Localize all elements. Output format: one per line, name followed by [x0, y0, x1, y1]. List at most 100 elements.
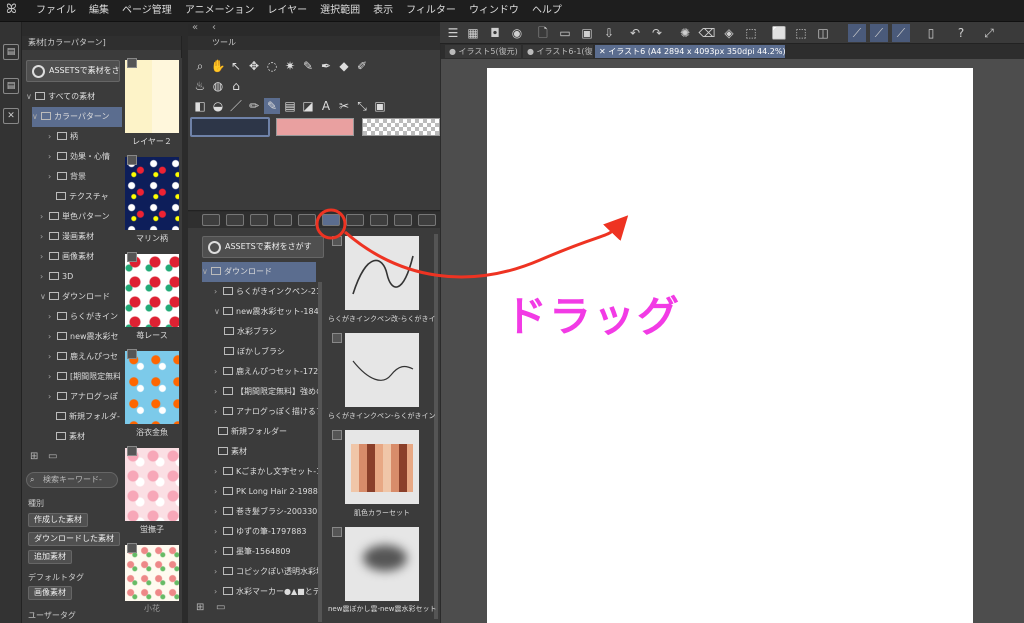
tree-item[interactable]: 新規フォルダー — [218, 422, 320, 442]
blend-tool-icon[interactable]: ◍ — [210, 78, 226, 94]
material-thumbnail[interactable] — [345, 527, 419, 601]
tree-item[interactable]: › new震水彩セ — [48, 327, 120, 347]
tree-item[interactable]: 素材 — [56, 427, 120, 447]
new-folder-icon[interactable]: ⊞ — [30, 451, 38, 462]
tree-item[interactable]: › コピックぽい透明水彩境 — [214, 562, 320, 582]
tree-item[interactable]: › Kごまかし文字セット-18 — [214, 462, 320, 482]
tree-item[interactable]: › 3D — [40, 267, 120, 287]
tablet-icon[interactable]: ▯ — [922, 24, 940, 42]
menu-help[interactable]: ヘルプ — [532, 0, 562, 22]
checkbox[interactable] — [332, 333, 342, 343]
export-icon[interactable]: ⇩ — [600, 24, 618, 42]
lasso-tool-icon[interactable]: ◌ — [264, 58, 280, 74]
import-icon[interactable]: ▭ — [48, 451, 57, 462]
tree-item[interactable]: › らくがきインクペン-217 — [214, 282, 320, 302]
tab-icon[interactable] — [250, 214, 268, 226]
tab-icon[interactable] — [418, 214, 436, 226]
eraser-tool-icon[interactable]: ◆ — [336, 58, 352, 74]
created-material-button[interactable]: 作成した素材 — [28, 513, 88, 527]
snap-ruler-icon[interactable]: ⟋ — [848, 24, 866, 42]
airbrush-tool-icon[interactable]: ♨ — [192, 78, 208, 94]
tab-icon[interactable] — [394, 214, 412, 226]
tree-item[interactable]: › [期間限定無料 — [48, 367, 120, 387]
open-folder-icon[interactable]: ▭ — [556, 24, 574, 42]
tree-item[interactable]: ∨ new震水彩セット-18440 — [214, 302, 320, 322]
thumb-scrollbar[interactable] — [434, 234, 438, 619]
tree-item[interactable]: › 水彩マーカー●▲■とデ — [214, 582, 320, 602]
decoration-tool-icon[interactable]: ⌂ — [228, 78, 244, 94]
transparent-color-swatch[interactable] — [362, 118, 440, 136]
material-thumbnail[interactable] — [345, 236, 419, 310]
checkbox[interactable] — [332, 236, 342, 246]
figure-tool-icon[interactable]: ◪ — [300, 98, 316, 114]
tree-item[interactable]: 水彩ブラシ — [224, 322, 320, 342]
menu-selection[interactable]: 選択範囲 — [320, 0, 360, 22]
assets-search-button-2[interactable]: ASSETSで素材をさがす — [202, 236, 324, 258]
tree-item[interactable]: › ゆずの筆-1797883 — [214, 522, 320, 542]
checkbox[interactable] — [127, 543, 137, 553]
doc-tab-active[interactable]: ✕ イラスト6 (A4 2894 x 4093px 350dpi 44.2%) — [595, 45, 785, 58]
app-logo-icon[interactable]: ꕤ — [6, 3, 20, 17]
gradient-tool-icon[interactable]: ▤ — [282, 98, 298, 114]
loading-icon[interactable]: ✺ — [676, 24, 694, 42]
tab-icon[interactable] — [226, 214, 244, 226]
checkbox[interactable] — [127, 252, 137, 262]
image-material-tag-button[interactable]: 画像素材 — [28, 586, 72, 600]
tree-item[interactable]: 素材 — [218, 442, 320, 462]
menu-page[interactable]: ページ管理 — [122, 0, 172, 22]
tree-item[interactable]: ›PK Long Hair 2-1988374 — [214, 482, 320, 502]
menu-filter[interactable]: フィルター — [406, 0, 456, 22]
doc-tab[interactable]: ● イラスト5(復元) — [445, 45, 521, 58]
invert-selection-icon[interactable]: ⬚ — [792, 24, 810, 42]
menu-file[interactable]: ファイル — [36, 0, 76, 22]
pen-tool-icon[interactable]: ✒ — [318, 58, 334, 74]
tree-item-selected[interactable]: ∨ ダウンロード — [202, 262, 316, 282]
menu-window[interactable]: ウィンドウ — [469, 0, 519, 22]
tab-icon[interactable] — [370, 214, 388, 226]
pencil-tool-icon[interactable]: ✏ — [246, 98, 262, 114]
new-folder-icon[interactable]: ⊞ — [196, 602, 204, 613]
tree-item[interactable]: › 単色パターン — [40, 207, 120, 227]
balloon-tool-icon[interactable]: ✂ — [336, 98, 352, 114]
tree-scrollbar[interactable] — [318, 282, 322, 622]
assets-icon[interactable]: ◉ — [508, 24, 526, 42]
line-tool-icon[interactable]: ／ — [228, 98, 244, 114]
fill-tool-icon[interactable]: ◒ — [210, 98, 226, 114]
expand-icon[interactable]: ‹ — [212, 22, 216, 33]
menu-icon[interactable]: ☰ — [444, 24, 462, 42]
frame-tool-icon[interactable]: ◧ — [192, 98, 208, 114]
tree-item[interactable]: › アナログっぽく描けるブ — [214, 402, 320, 422]
snap-grid-icon[interactable]: ⟋ — [892, 24, 910, 42]
tree-item[interactable]: › 巻き髪ブラシ-2003301 — [214, 502, 320, 522]
checkbox[interactable] — [127, 58, 137, 68]
tree-item[interactable]: › らくがきイン — [48, 307, 120, 327]
tree-item-selected[interactable]: ∨ カラーパターン — [32, 107, 126, 127]
operation-tool-icon[interactable]: ↖ — [228, 58, 244, 74]
tree-item[interactable]: ›【期間限定無料】強めの描 — [214, 382, 320, 402]
zoom-tool-icon[interactable]: ⌕ — [192, 58, 208, 74]
tree-item[interactable]: › 柄 — [48, 127, 120, 147]
checkbox[interactable] — [127, 349, 137, 359]
tree-item[interactable]: › 墨筆-1564809 — [214, 542, 320, 562]
checkbox[interactable] — [332, 430, 342, 440]
assets-search-button[interactable]: ASSETSで素材をさがす — [26, 60, 120, 82]
redo-icon[interactable]: ↷ — [648, 24, 666, 42]
collapse-icon[interactable]: « — [192, 22, 198, 33]
menu-layer[interactable]: レイヤー — [267, 0, 307, 22]
tree-item[interactable]: › 画像素材 — [40, 247, 120, 267]
selection-layer-icon[interactable]: ◫ — [814, 24, 832, 42]
import-icon[interactable]: ▭ — [216, 602, 225, 613]
checkbox[interactable] — [127, 446, 137, 456]
tree-item[interactable]: テクスチャ — [56, 187, 120, 207]
tab-icon[interactable] — [346, 214, 364, 226]
material-thumbnail[interactable] — [345, 430, 419, 504]
layer-tool-icon[interactable]: ▣ — [372, 98, 388, 114]
text-tool-icon[interactable]: A — [318, 98, 334, 114]
checkbox[interactable] — [332, 527, 342, 537]
undo-icon[interactable]: ↶ — [626, 24, 644, 42]
tree-item[interactable]: › アナログっぽ — [48, 387, 120, 407]
material-thumbnail[interactable] — [345, 333, 419, 407]
tab-icon[interactable] — [274, 214, 292, 226]
search-input[interactable]: ⌕ 検索キーワード- — [26, 472, 118, 488]
clip-icon[interactable]: ◘ — [486, 24, 504, 42]
